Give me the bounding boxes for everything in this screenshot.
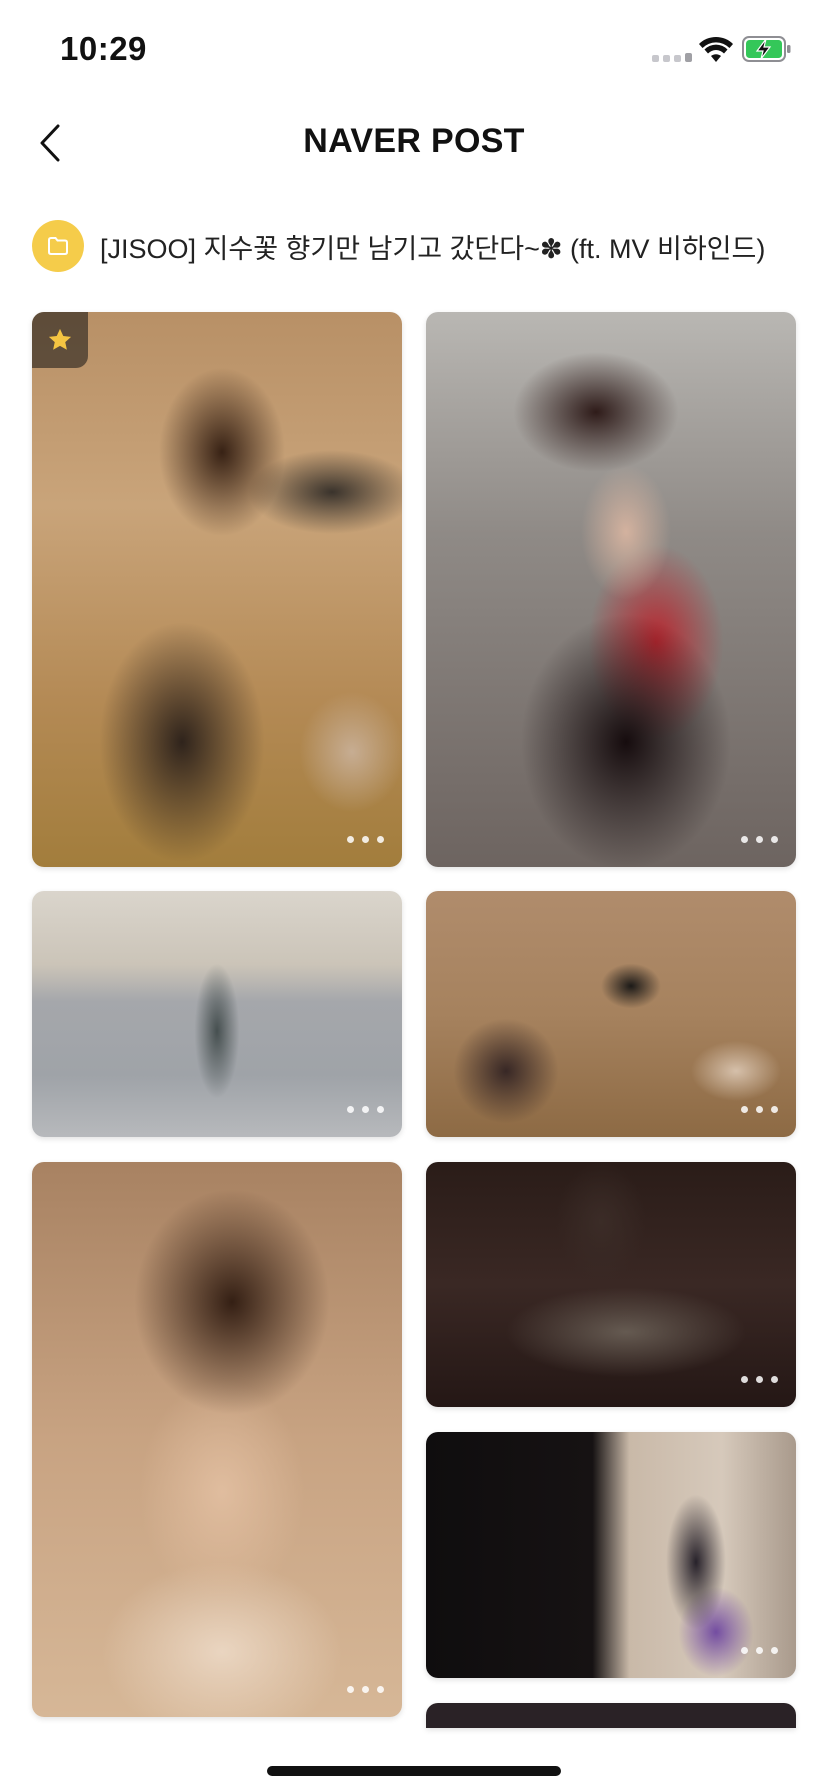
photo-image: [426, 312, 796, 867]
cellular-signal-icon: [652, 53, 692, 62]
status-time: 10:29: [60, 30, 147, 67]
photo-tile[interactable]: [32, 1162, 402, 1717]
photo-image: [426, 1703, 796, 1728]
photo-tile[interactable]: [426, 312, 796, 867]
photo-image: [32, 891, 402, 1137]
folder-title: [JISOO] 지수꽃 향기만 남기고 갔단다~✽ (ft. MV 비하인드): [100, 233, 766, 264]
battery-charging-icon: [742, 36, 791, 62]
photo-image: [426, 1432, 796, 1678]
photo-tile[interactable]: [32, 891, 402, 1137]
photo-image: [32, 1162, 402, 1717]
wifi-icon: [699, 36, 733, 62]
photo-image: [426, 891, 796, 1137]
more-dots-icon[interactable]: [347, 1686, 384, 1693]
star-icon: [48, 328, 72, 350]
home-indicator[interactable]: [267, 1766, 561, 1776]
page-title: NAVER POST: [303, 122, 525, 160]
photo-tile[interactable]: [426, 1162, 796, 1407]
more-dots-icon[interactable]: [741, 1376, 778, 1383]
navigation-bar: NAVER POST: [0, 100, 828, 190]
more-dots-icon[interactable]: [741, 1647, 778, 1654]
status-bar: 10:29: [0, 0, 828, 100]
more-dots-icon[interactable]: [741, 1106, 778, 1113]
photo-tile[interactable]: [426, 891, 796, 1137]
photo-tile[interactable]: [426, 1703, 796, 1728]
more-dots-icon[interactable]: [347, 1106, 384, 1113]
photo-tile[interactable]: [426, 1432, 796, 1678]
photo-tile[interactable]: [32, 312, 402, 867]
photo-image: [32, 312, 402, 867]
folder-icon: [32, 220, 84, 272]
starred-badge: [32, 312, 88, 368]
more-dots-icon[interactable]: [347, 836, 384, 843]
more-dots-icon[interactable]: [741, 836, 778, 843]
photo-image: [426, 1162, 796, 1407]
folder-header[interactable]: [JISOO] 지수꽃 향기만 남기고 갔단다~✽ (ft. MV 비하인드): [32, 220, 802, 272]
